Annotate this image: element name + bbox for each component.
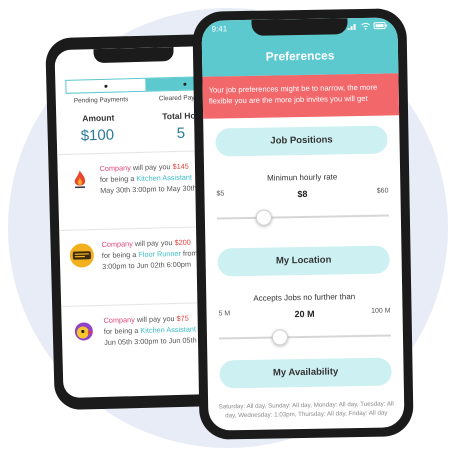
- slider-thumb[interactable]: [255, 209, 273, 226]
- hourly-rate-range: $5 $8 $60: [216, 188, 388, 201]
- job-role[interactable]: Floor Runner: [138, 249, 181, 259]
- pay-phrase: will pay you: [132, 238, 175, 249]
- distance-max: 100 M: [371, 307, 391, 315]
- for-phrase: for being a: [103, 325, 141, 336]
- preferences-header: 9:41 Preferences: [201, 17, 399, 77]
- flame-logo-icon: [68, 167, 93, 192]
- payment-amount: $75: [176, 313, 189, 324]
- battery-icon: [373, 22, 388, 30]
- distance-slider[interactable]: [218, 327, 391, 346]
- company-name[interactable]: Company: [99, 163, 130, 173]
- hourly-rate-slider[interactable]: [216, 208, 389, 227]
- hours-value: 5: [176, 124, 186, 142]
- tab-label-pending[interactable]: Pending Payments: [74, 95, 159, 104]
- preferences-screen: 9:41 Preferences Your job preferences mi…: [201, 17, 405, 431]
- slider-track: [216, 214, 389, 220]
- phone-notch: [251, 18, 348, 36]
- job-role[interactable]: Kitchen Assistant: [140, 325, 196, 335]
- pay-phrase: will pay you: [134, 314, 177, 325]
- wifi-icon: [361, 22, 370, 30]
- company-name[interactable]: Company: [103, 315, 134, 325]
- distance-range: 5 M 20 M 100 M: [218, 307, 390, 320]
- for-phrase: for being a: [99, 174, 137, 184]
- preferences-phone: 9:41 Preferences Your job preferences mi…: [192, 8, 414, 440]
- for-phrase: for being a: [101, 249, 139, 260]
- my-location-button[interactable]: My Location: [217, 245, 390, 277]
- badge-logo-icon: [69, 243, 95, 268]
- status-icons: [347, 21, 388, 32]
- distance-value: 20 M: [294, 308, 315, 320]
- payment-item[interactable]: Company will pay you $145 for being a Ki…: [57, 154, 221, 230]
- hourly-rate-label: Minimun hourly rate: [266, 172, 338, 183]
- tab-dot: [183, 82, 187, 86]
- distance-label: Accepts Jobs no further than: [253, 292, 356, 303]
- job-positions-button[interactable]: Job Positions: [215, 125, 388, 157]
- page-title: Preferences: [265, 48, 335, 64]
- payment-amount: $200: [174, 237, 191, 248]
- preferences-warning-banner: Your job preferences might be to narrow,…: [202, 73, 400, 119]
- phone-notch: [92, 47, 174, 64]
- slider-thumb[interactable]: [271, 329, 288, 346]
- availability-summary: Saturday: All day, Sunday: All day, Mond…: [218, 400, 394, 420]
- amount-value: $100: [80, 126, 115, 145]
- payment-amount: $145: [172, 161, 189, 172]
- status-time: 9:41: [211, 24, 228, 34]
- amount-label: Amount: [82, 112, 115, 124]
- bird-logo-icon: [72, 319, 97, 344]
- hourly-rate-value: $8: [297, 188, 308, 200]
- job-role[interactable]: Kitchen Assistant: [136, 173, 192, 183]
- payment-item[interactable]: Company will pay you $75 for being a Kit…: [61, 306, 221, 382]
- slider-track: [218, 334, 391, 339]
- my-availability-button[interactable]: My Availability: [219, 357, 392, 389]
- hourly-rate-max: $60: [376, 187, 389, 195]
- payment-item[interactable]: Company will pay you $200 for being a Fl…: [59, 230, 218, 306]
- company-name[interactable]: Company: [101, 239, 132, 249]
- tab-pending-payments[interactable]: [66, 79, 145, 93]
- signal-icon: [347, 24, 356, 31]
- tab-dot: [104, 84, 108, 88]
- pay-phrase: will pay you: [130, 162, 173, 173]
